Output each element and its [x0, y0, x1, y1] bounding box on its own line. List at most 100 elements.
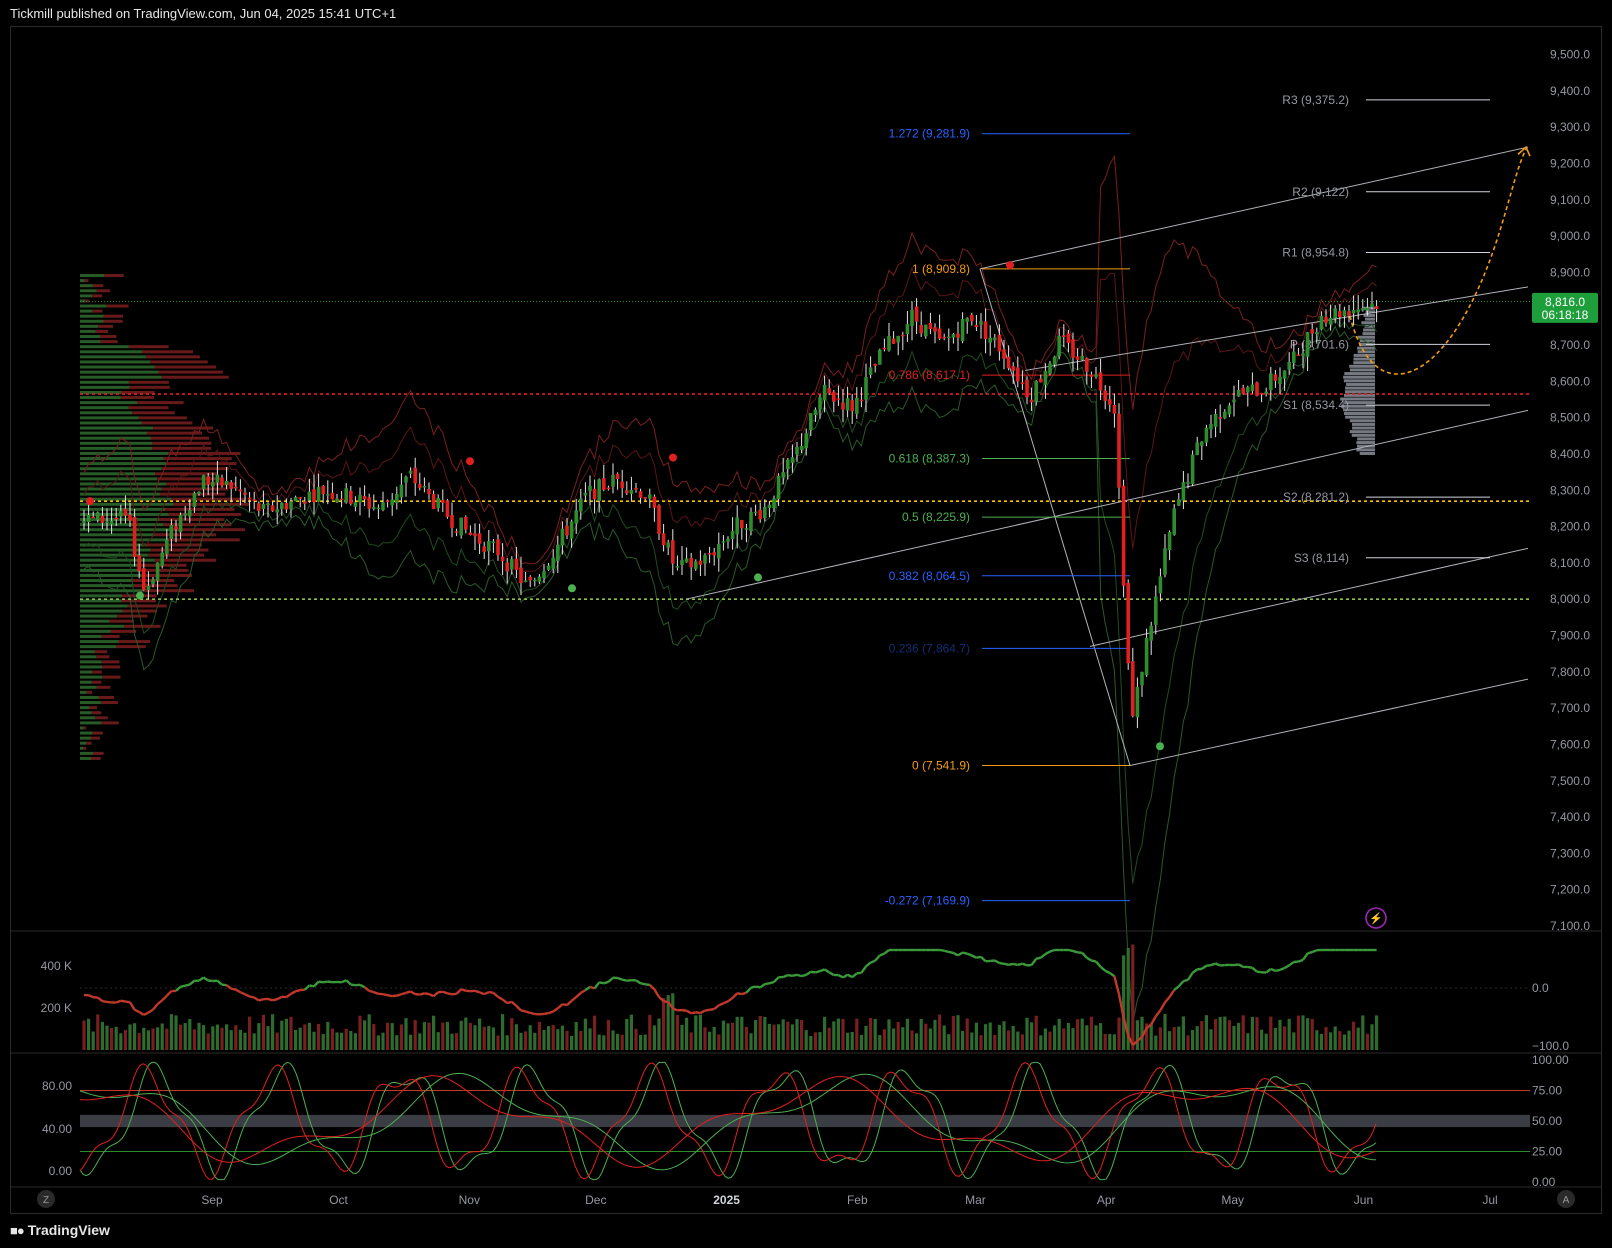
price-tick-label: 9,100.0	[1550, 193, 1590, 207]
candle-down	[1347, 311, 1351, 316]
momentum-line	[134, 1008, 140, 1014]
fib-level-label: 0.382 (8,064.5)	[889, 569, 970, 583]
profile-bar-recent	[1345, 386, 1375, 390]
candle-down	[1071, 339, 1075, 358]
volume-bar	[275, 1032, 279, 1050]
momentum-line	[1109, 972, 1116, 978]
volume-bar	[119, 1033, 123, 1050]
profile-bar-buy	[80, 411, 133, 415]
volume-bar	[717, 1034, 721, 1050]
volume-bar	[542, 1029, 546, 1050]
volume-bar	[1232, 1025, 1236, 1050]
candle-up	[316, 486, 321, 502]
momentum-line	[1012, 962, 1019, 967]
candle-down	[740, 520, 744, 529]
candle-up	[487, 541, 491, 552]
candle-up	[404, 476, 408, 483]
profile-bar-buy	[80, 660, 102, 664]
price-tick-label: 7,700.0	[1550, 701, 1590, 715]
autoscale-button-label: A	[1563, 1195, 1570, 1206]
momentum-line	[529, 1011, 536, 1016]
candle-up	[1365, 307, 1370, 311]
candle-up	[726, 538, 730, 542]
volume-bar	[1099, 1023, 1103, 1050]
candle-up	[772, 498, 776, 509]
candle-up	[896, 336, 900, 343]
profile-bar-sell	[122, 609, 158, 613]
chart-canvas[interactable]: 1.272 (9,281.9) 1 (8,909.8) 0.786 (8,617.1…	[0, 0, 1612, 1248]
volume-bar	[1048, 1031, 1052, 1050]
candle-up	[1246, 387, 1250, 393]
profile-bar-sell	[93, 751, 104, 755]
momentum-line	[575, 992, 582, 998]
profile-bar-sell	[116, 645, 146, 649]
candle-up	[753, 511, 758, 514]
profile-bar-buy	[80, 482, 166, 486]
candle-up	[537, 576, 542, 582]
momentum-line	[285, 992, 292, 999]
time-tick-label: Dec	[585, 1193, 606, 1207]
volume-bar	[970, 1032, 974, 1050]
volume-bar	[344, 1028, 348, 1050]
momentum-line	[1251, 966, 1258, 973]
volume-bar	[427, 1022, 431, 1050]
candle-up	[947, 336, 951, 339]
momentum-line	[557, 1003, 564, 1010]
momentum-line	[856, 971, 862, 975]
candle-up	[1351, 309, 1356, 314]
profile-bar-buy	[80, 289, 97, 293]
volume-bar	[1168, 1031, 1172, 1050]
price-axis: 9,500.0 9,400.0 9,300.0 9,200.0 9,100.0 9,000…	[1532, 48, 1598, 933]
momentum-line	[258, 998, 264, 1002]
volume-bar	[1131, 944, 1135, 1050]
candle-up	[569, 521, 574, 539]
profile-bar-recent	[1343, 412, 1375, 416]
volume-bar	[662, 998, 666, 1050]
volume-bar	[225, 1024, 229, 1050]
candle-up	[776, 475, 781, 500]
volume-bar	[901, 1027, 905, 1050]
stoch-right-label: 25.00	[1532, 1145, 1562, 1159]
volume-bar	[1117, 1017, 1121, 1050]
volume-bar	[846, 1032, 850, 1050]
volume-bar	[882, 1029, 886, 1050]
candle-up	[155, 562, 160, 581]
volume-bar	[988, 1022, 992, 1050]
candle-up	[648, 494, 652, 499]
momentum-line	[580, 989, 587, 994]
profile-bar-buy	[80, 528, 171, 532]
momentum-line	[1021, 962, 1028, 967]
volume-bar	[974, 1022, 978, 1050]
momentum-line	[396, 993, 402, 997]
price-tick-label: 8,900.0	[1550, 265, 1590, 279]
candle-up	[1057, 336, 1061, 357]
profile-bar-sell	[158, 370, 223, 374]
time-tick-label: Feb	[847, 1193, 868, 1207]
candle-down	[592, 488, 597, 500]
momentum-line	[350, 983, 356, 987]
candle-up	[211, 481, 215, 487]
fib-level-label: -0.272 (7,169.9)	[885, 894, 970, 908]
candle-down	[234, 486, 238, 489]
profile-bar-buy	[80, 579, 132, 583]
momentum-line	[1095, 960, 1102, 968]
volume-bar	[938, 1014, 942, 1050]
profile-bar-recent	[1352, 426, 1375, 430]
candle-up	[910, 309, 914, 327]
profile-bar-sell	[101, 721, 119, 725]
candle-down	[933, 327, 937, 332]
candle-up	[993, 337, 997, 341]
momentum-line	[704, 1008, 710, 1012]
momentum-line	[966, 952, 973, 957]
volume-bar	[1158, 1027, 1162, 1050]
volume-bar	[358, 1015, 362, 1050]
candle-down	[427, 489, 431, 495]
candle-up	[1140, 671, 1144, 686]
fib-level-label: 1.272 (9,281.9)	[889, 127, 970, 141]
candle-down	[229, 482, 233, 489]
volume-bar	[680, 1024, 684, 1050]
profile-bar-buy	[80, 375, 162, 379]
volume-bar	[321, 1034, 325, 1050]
volume-bar	[1214, 1019, 1218, 1050]
profile-bar-sell	[136, 401, 184, 405]
